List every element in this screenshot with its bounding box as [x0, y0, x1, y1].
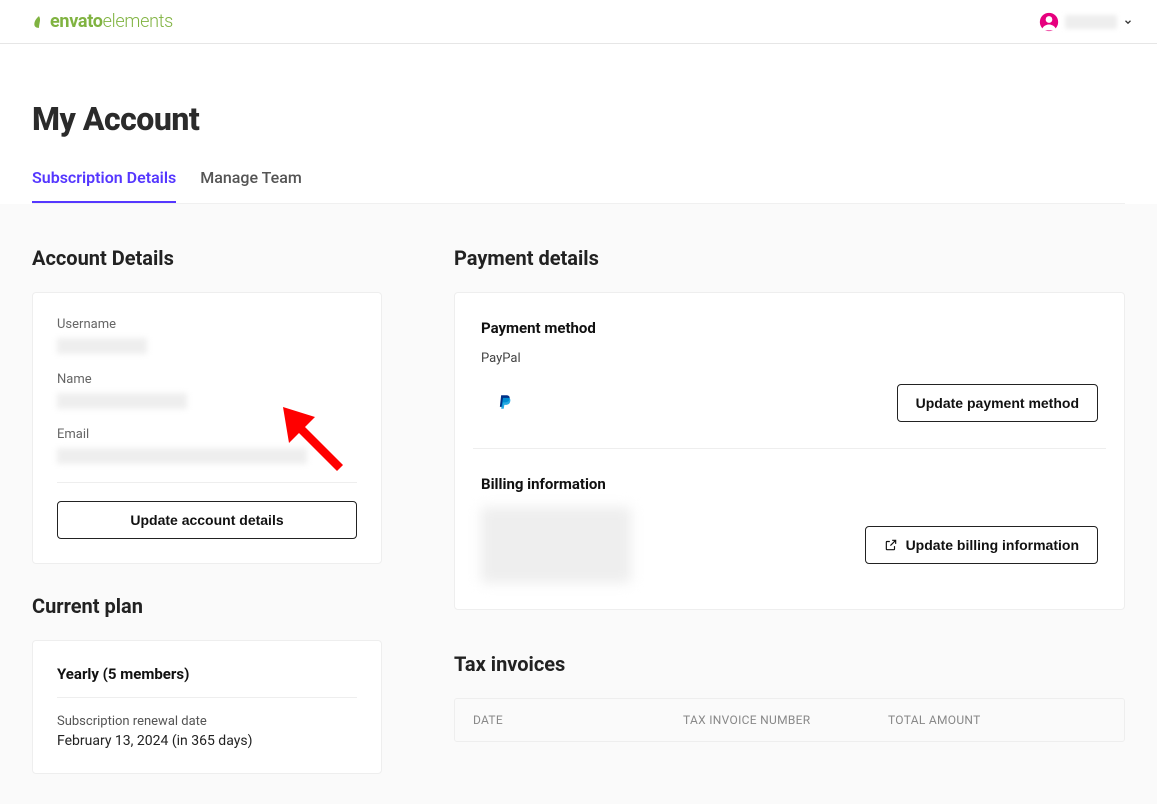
top-header: envatoelements [0, 0, 1157, 44]
avatar-icon [1039, 12, 1059, 32]
renewal-label: Subscription renewal date [57, 714, 357, 729]
divider [57, 697, 357, 698]
external-link-icon [884, 538, 898, 552]
tax-invoices-heading: Tax invoices [454, 652, 1125, 676]
payment-details-heading: Payment details [454, 246, 1125, 270]
payment-method-value: PayPal [481, 351, 1098, 366]
current-plan-heading: Current plan [32, 594, 382, 618]
col-total-amount: TOTAL AMOUNT [888, 713, 1106, 727]
name-redacted [57, 393, 187, 409]
account-tabs: Subscription Details Manage Team [32, 168, 1125, 204]
username-redacted [57, 338, 147, 354]
update-account-details-button[interactable]: Update account details [57, 501, 357, 539]
payment-method-title: Payment method [481, 319, 1098, 337]
chevron-down-icon [1123, 17, 1133, 27]
divider [57, 482, 357, 483]
col-invoice-number: TAX INVOICE NUMBER [683, 713, 888, 727]
email-label: Email [57, 427, 357, 442]
account-details-card: Username Name Email Update account detai… [32, 292, 382, 564]
update-billing-label: Update billing information [906, 537, 1079, 553]
email-redacted [57, 448, 307, 464]
username-label: Username [57, 317, 357, 332]
account-details-heading: Account Details [32, 246, 382, 270]
billing-redacted [481, 507, 631, 583]
leaf-icon [32, 15, 46, 29]
update-billing-information-button[interactable]: Update billing information [865, 526, 1098, 564]
brand-word2: elements [103, 11, 173, 32]
page-title: My Account [32, 100, 1125, 138]
user-menu[interactable] [1039, 12, 1133, 32]
plan-name: Yearly (5 members) [57, 665, 357, 683]
renewal-value: February 13, 2024 (in 365 days) [57, 733, 357, 749]
brand-word1: envato [50, 11, 103, 32]
tax-invoices-table: DATE TAX INVOICE NUMBER TOTAL AMOUNT [454, 698, 1125, 742]
tab-manage-team[interactable]: Manage Team [200, 168, 302, 203]
tab-subscription-details[interactable]: Subscription Details [32, 168, 176, 203]
billing-information-title: Billing information [481, 475, 1098, 493]
current-plan-card: Yearly (5 members) Subscription renewal … [32, 640, 382, 774]
brand-logo[interactable]: envatoelements [32, 11, 173, 32]
update-payment-method-button[interactable]: Update payment method [897, 384, 1098, 422]
col-date: DATE [473, 713, 683, 727]
name-label: Name [57, 372, 357, 387]
username-redacted [1065, 15, 1117, 29]
table-header: DATE TAX INVOICE NUMBER TOTAL AMOUNT [455, 699, 1124, 741]
payment-card: Payment method PayPal Update payment met… [454, 292, 1125, 610]
paypal-icon [497, 394, 513, 412]
